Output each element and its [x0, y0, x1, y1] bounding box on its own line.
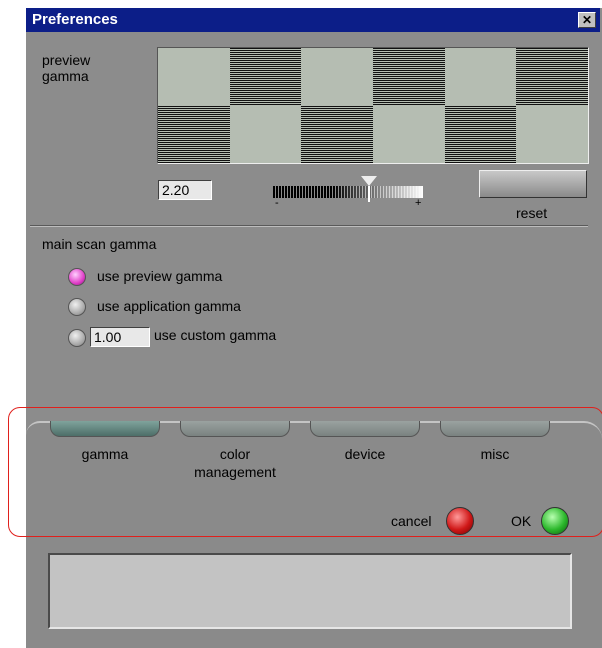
slider-plus-label: +: [415, 197, 422, 209]
gamma-slider-marker: [368, 186, 370, 202]
radio-use-custom-gamma[interactable]: [68, 329, 86, 347]
radio-use-preview-gamma[interactable]: [68, 268, 86, 286]
gamma-slider[interactable]: [273, 186, 423, 198]
gamma-preview-pattern: [157, 47, 589, 164]
preview-gamma-input[interactable]: 2.20: [158, 180, 212, 200]
radio-use-application-gamma[interactable]: [68, 298, 86, 316]
radio-label-application: use application gamma: [97, 298, 241, 314]
close-button[interactable]: ✕: [578, 12, 596, 28]
slider-minus-label: -: [275, 197, 279, 209]
radio-label-preview: use preview gamma: [97, 268, 223, 284]
preview-gamma-label-2: gamma: [42, 68, 89, 84]
preview-gamma-label-1: preview: [42, 52, 91, 68]
window-title: Preferences: [32, 11, 118, 28]
reset-label: reset: [516, 205, 548, 221]
gamma-slider-thumb[interactable]: [361, 176, 377, 186]
section-divider: [30, 225, 588, 227]
status-display: [48, 553, 572, 629]
main-scan-gamma-label: main scan gamma: [42, 236, 157, 252]
title-bar[interactable]: Preferences ✕: [26, 8, 600, 32]
highlight-annotation: [8, 407, 602, 537]
reset-button[interactable]: [479, 170, 587, 198]
radio-label-custom: use custom gamma: [154, 327, 277, 343]
custom-gamma-input[interactable]: 1.00: [90, 327, 150, 347]
